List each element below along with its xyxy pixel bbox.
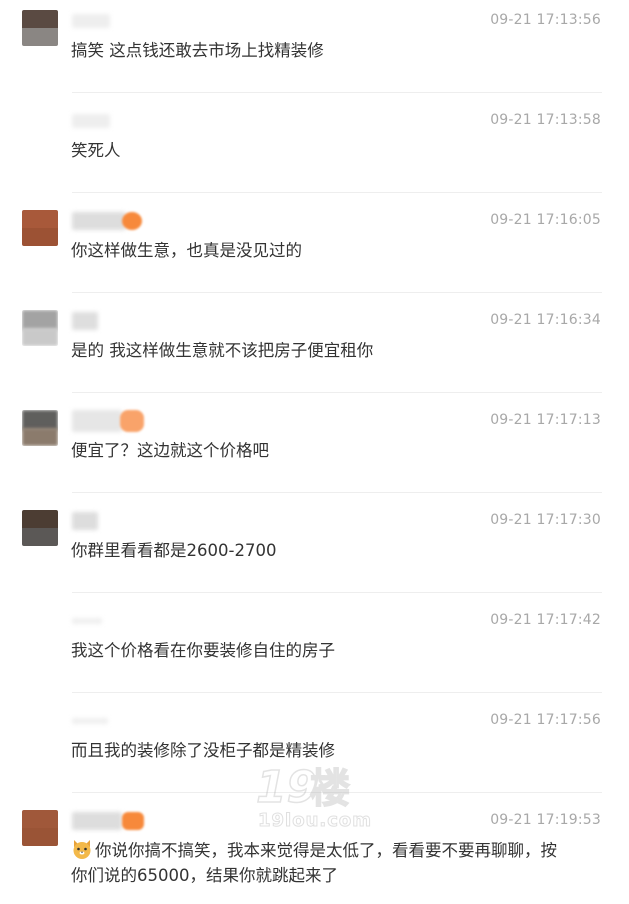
message-text: 你群里看看都是2600-2700 — [71, 541, 277, 560]
divider — [72, 292, 602, 293]
message-timestamp: 09-21 17:13:58 — [490, 112, 601, 128]
chat-message: 09-21 17:17:30 你群里看看都是2600-2700 — [0, 500, 629, 600]
message-text: 笑死人 — [71, 141, 121, 160]
divider — [72, 192, 602, 193]
cat-face-emoji-icon — [71, 838, 93, 860]
user-level-badge — [122, 212, 142, 230]
chat-message: 09-21 17:13:58 笑死人 — [0, 100, 629, 200]
message-timestamp: 09-21 17:17:56 — [490, 712, 601, 728]
chat-message: 09-21 17:16:05 你这样做生意，也真是没见过的 — [0, 200, 629, 300]
avatar[interactable] — [22, 510, 58, 546]
divider — [72, 492, 602, 493]
message-text: 搞笑 这点钱还敢去市场上找精装修 — [71, 41, 324, 60]
message-text: 你这样做生意，也真是没见过的 — [71, 241, 302, 260]
message-body: 你说你搞不搞笑，我本来觉得是太低了，看看要不要再聊聊，按你们说的65000，结果… — [71, 841, 557, 885]
username[interactable] — [72, 812, 192, 830]
user-level-badge — [122, 812, 144, 830]
message-timestamp: 09-21 17:13:56 — [490, 12, 601, 28]
username[interactable] — [72, 212, 192, 230]
username[interactable] — [72, 12, 192, 30]
username[interactable] — [72, 312, 192, 330]
message-text: 便宜了？这边就这个价格吧 — [71, 441, 269, 460]
chat-message: 09-21 17:13:56 搞笑 这点钱还敢去市场上找精装修 — [0, 0, 629, 100]
username[interactable] — [72, 612, 192, 630]
chat-message: 09-21 17:17:13 便宜了？这边就这个价格吧 — [0, 400, 629, 500]
chat-thread: 09-21 17:13:56 搞笑 这点钱还敢去市场上找精装修 09-21 17… — [0, 0, 629, 904]
message-text: 而且我的装修除了没柜子都是精装修 — [71, 741, 335, 760]
avatar[interactable] — [22, 410, 58, 446]
avatar[interactable] — [22, 310, 58, 346]
username[interactable] — [72, 410, 192, 432]
divider — [72, 792, 602, 793]
divider — [72, 392, 602, 393]
avatar[interactable] — [22, 10, 58, 46]
message-timestamp: 09-21 17:16:05 — [490, 212, 601, 228]
message-timestamp: 09-21 17:17:30 — [490, 512, 601, 528]
message-timestamp: 09-21 17:17:42 — [490, 612, 601, 628]
divider — [72, 692, 602, 693]
username[interactable] — [72, 512, 192, 530]
divider — [72, 92, 602, 93]
message-text: 你说你搞不搞笑，我本来觉得是太低了，看看要不要再聊聊，按你们说的65000，结果… — [71, 838, 571, 888]
avatar[interactable] — [22, 210, 58, 246]
username[interactable] — [72, 112, 192, 130]
avatar[interactable] — [22, 810, 58, 846]
chat-message: 09-21 17:17:42 我这个价格看在你要装修自住的房子 — [0, 600, 629, 700]
message-text: 我这个价格看在你要装修自住的房子 — [71, 641, 335, 660]
user-level-badge — [120, 410, 144, 432]
username[interactable] — [72, 712, 192, 730]
message-timestamp: 09-21 17:19:53 — [490, 812, 601, 828]
chat-message: 09-21 17:17:56 而且我的装修除了没柜子都是精装修 — [0, 700, 629, 800]
message-timestamp: 09-21 17:17:13 — [490, 412, 601, 428]
divider — [72, 592, 602, 593]
chat-message: 09-21 17:19:53 你说你搞不搞笑，我本来觉得是太低了，看看要不要再聊… — [0, 800, 629, 904]
message-text: 是的 我这样做生意就不该把房子便宜租你 — [71, 341, 374, 360]
message-timestamp: 09-21 17:16:34 — [490, 312, 601, 328]
chat-message: 09-21 17:16:34 是的 我这样做生意就不该把房子便宜租你 — [0, 300, 629, 400]
